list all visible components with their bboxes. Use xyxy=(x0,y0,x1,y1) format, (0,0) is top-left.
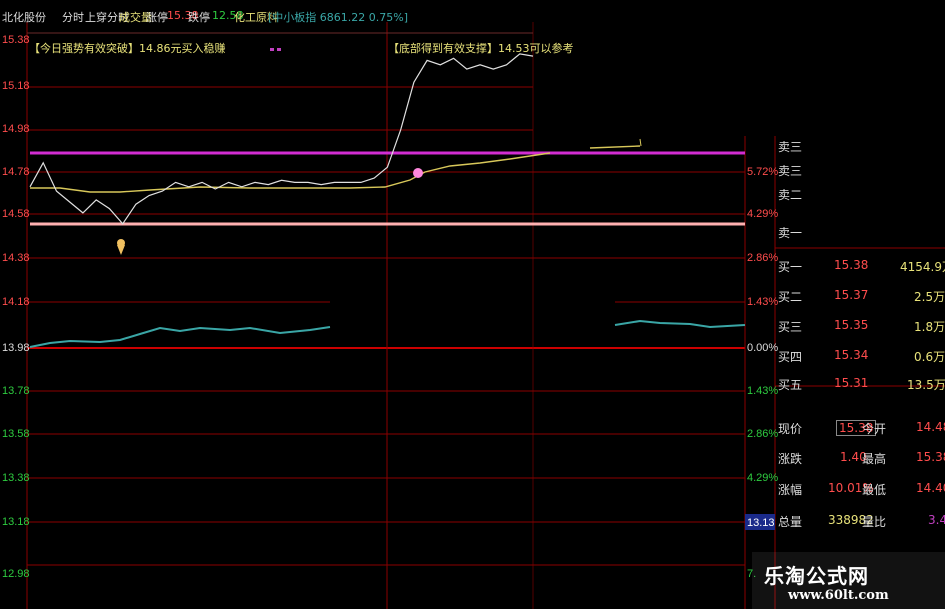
pct-4.29: 4.29% xyxy=(747,208,778,220)
sell-label-1: 卖一 xyxy=(778,226,803,240)
tick-14.58: 14.58 xyxy=(2,208,30,220)
watermark-title: 乐淘公式网 xyxy=(764,564,869,588)
buy-row[interactable]: 买一 15.38 4154.9万 xyxy=(778,258,945,275)
price-axis: 15.38 15.18 14.98 14.78 14.58 14.38 14.1… xyxy=(2,34,30,580)
tick-14.98: 14.98 xyxy=(2,123,30,135)
cursor-price: 13.13 xyxy=(747,517,775,529)
pct-1.43: 1.43% xyxy=(747,296,778,308)
index-info: [中小板指 6861.22 0.75%] xyxy=(268,11,409,24)
tick-14.38: 14.38 xyxy=(2,252,30,264)
price-line xyxy=(29,53,534,225)
intraday-chart: 15.38 15.18 14.98 14.78 14.58 14.38 14.1… xyxy=(2,22,945,609)
tick-12.98: 12.98 xyxy=(2,568,30,580)
quote-row: 涨跌 1.40 最高 15.38 xyxy=(778,450,945,466)
pct-neg-2.86: 2.86% xyxy=(747,428,778,440)
tab-intraday[interactable]: 分时 xyxy=(62,9,84,25)
pct-0.00: 0.00% xyxy=(747,342,778,354)
buy-row[interactable]: 买四 15.34 0.6万 xyxy=(778,348,945,365)
tick-15.38: 15.38 xyxy=(2,34,30,46)
pct-neg-4.29: 4.29% xyxy=(747,472,778,484)
sell-label-3: 卖三 xyxy=(778,164,803,178)
limit-up-label: 涨停 xyxy=(146,11,168,24)
tick-13.78: 13.78 xyxy=(2,385,30,397)
quote-row: 现价 15.38 今开 14.48 xyxy=(778,420,945,436)
sell-label-2: 卖二 xyxy=(778,188,803,202)
buy-row[interactable]: 买五 15.31 13.5万 xyxy=(778,376,945,393)
tick-14.78: 14.78 xyxy=(2,166,30,178)
pct-axis: 5.72% 4.29% 2.86% 1.43% 0.00% 1.43% 2.86… xyxy=(745,166,778,580)
buy-row[interactable]: 买二 15.37 2.5万 xyxy=(778,288,945,305)
teal-line-left xyxy=(29,326,331,348)
tick-13.38: 13.38 xyxy=(2,472,30,484)
right-signal-text: 【底部得到有效支撑】14.53可以参考 xyxy=(388,41,574,55)
pct-neg-1.43: 1.43% xyxy=(747,385,778,397)
watermark-url: www.60lt.com xyxy=(788,588,889,603)
sell-label-4: 卖三 xyxy=(778,140,803,154)
support-signal-marker xyxy=(413,168,423,178)
quote-row: 总量 338982 量比 3.44 xyxy=(778,513,945,529)
tick-13.58: 13.58 xyxy=(2,428,30,440)
header-bar: 北化股份 分时 上穿分时 成交量 涨停 15.38 跌停 12.58 化工原料 … xyxy=(0,0,945,34)
tick-14.18: 14.18 xyxy=(2,296,30,308)
tick-13.98: 13.98 xyxy=(2,342,30,354)
pct-2.86: 2.86% xyxy=(747,252,778,264)
pct-5.72: 5.72% xyxy=(747,166,778,178)
left-signal-text: 【今日强势有效突破】14.86元买入稳赚 xyxy=(29,41,226,55)
grid xyxy=(26,22,945,609)
tick-13.18: 13.18 xyxy=(2,516,30,528)
quote-row: 涨幅 10.01% 最低 14.40 xyxy=(778,481,945,497)
limit-down-label: 跌停 xyxy=(188,11,210,24)
teal-line-right xyxy=(614,319,746,329)
stock-name[interactable]: 北化股份 xyxy=(2,9,46,25)
buy-row[interactable]: 买三 15.35 1.8万 xyxy=(778,318,945,335)
tick-15.18: 15.18 xyxy=(2,80,30,92)
